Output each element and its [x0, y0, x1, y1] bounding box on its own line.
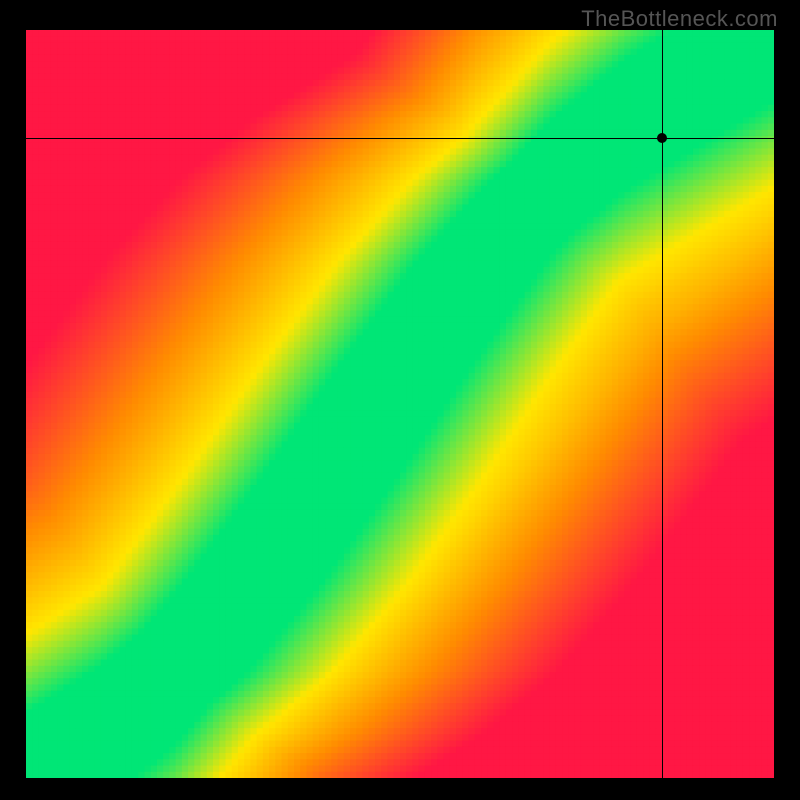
chart-frame: TheBottleneck.com	[0, 0, 800, 800]
heatmap-canvas	[26, 30, 774, 778]
heatmap-plot	[26, 30, 774, 778]
watermark-text: TheBottleneck.com	[581, 6, 778, 32]
